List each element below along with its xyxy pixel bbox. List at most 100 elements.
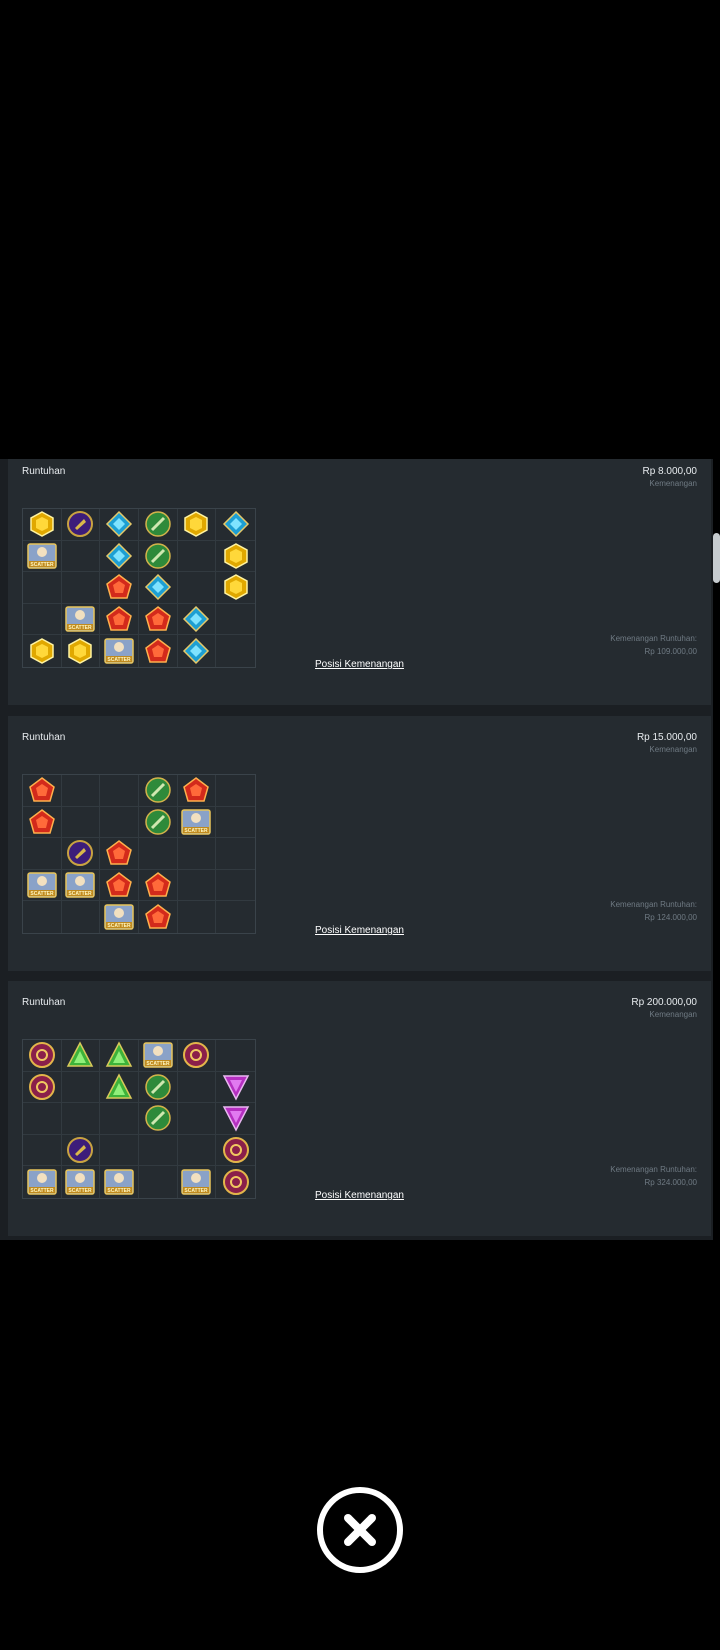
reel-grid: SCATTER SCATTER SCATTER [22,508,256,668]
red-symbol-icon [106,872,133,897]
grid-cell [100,509,139,541]
win-amount: Rp 15.000,00 [636,732,697,743]
win-positions-link[interactable]: Posisi Kemenangan [8,659,711,670]
grid-cell [61,540,101,573]
blue-symbol-icon [222,511,249,538]
scatter-symbol-icon: SCATTER [65,606,96,632]
grid-cell [100,775,139,807]
grid-cell [100,1134,139,1167]
grid-cell [177,775,217,807]
reel-grid: SCATTER SCATTER SCATTER SCATTER [22,774,256,934]
scatter-symbol-icon: SCATTER [27,543,57,569]
svg-text:SCATTER: SCATTER [30,891,54,897]
grid-cell [139,806,178,839]
grid-cell [100,806,139,839]
grid-cell [177,1103,217,1135]
grid-cell [61,806,101,839]
reel-grid: SCATTER SCATTER SCATTER SCATTER SCATTER [22,1039,256,1199]
grid-cell [61,1040,101,1072]
svg-text:SCATTER: SCATTER [69,891,93,897]
grid-cell [100,838,139,870]
cascade-card: Runtuhan Rp 8.000,00 Kemenangan SCATTER SCAT… [8,459,711,705]
grid-cell [216,1072,255,1104]
grid-cell [216,870,255,902]
close-button[interactable] [317,1487,403,1573]
win-amount: Rp 200.000,00 [631,997,697,1008]
grid-cell [177,1040,217,1072]
grid-cell [61,572,101,604]
cascade-win-value: Rp 324.000,00 [644,1178,698,1187]
svg-text:SCATTER: SCATTER [69,625,93,631]
cascade-win-value: Rp 124.000,00 [644,913,698,922]
ring-symbol-icon [222,1137,249,1164]
win-amount-label: Kemenangan [649,745,697,754]
grid-cell [23,806,62,839]
grid-cell [216,604,255,636]
win-positions-link[interactable]: Posisi Kemenangan [8,925,711,936]
grid-cell: SCATTER [61,869,101,902]
green-symbol-icon [145,1074,171,1100]
gold-symbol-icon [184,511,209,538]
pinktri-symbol-icon [222,1106,249,1133]
grid-cell [23,1134,62,1167]
grid-cell [23,509,62,541]
grid-cell [177,869,217,902]
grid-cell [23,572,62,604]
grid-cell [139,1134,178,1167]
grid-cell: SCATTER [23,540,62,573]
cascade-win-label: Kemenangan Runtuhan: [610,634,697,643]
history-panel[interactable]: Runtuhan Rp 8.000,00 Kemenangan SCATTER SCAT… [0,459,713,1240]
cascade-card: Runtuhan Rp 200.000,00 Kemenangan SCATTER SC… [8,981,711,1236]
red-symbol-icon [106,840,133,866]
scrollbar[interactable] [713,533,720,583]
cascade-card: Runtuhan Rp 15.000,00 Kemenangan SCATTER SCA… [8,716,711,971]
win-amount-label: Kemenangan [649,1010,697,1019]
grid-cell [216,1135,255,1167]
card-title: Runtuhan [22,997,66,1008]
gold-symbol-icon [30,511,54,538]
green-symbol-icon [145,1105,171,1132]
grid-cell [216,775,255,807]
grid-cell [100,1040,139,1072]
red-symbol-icon [183,777,210,803]
red-symbol-icon [144,872,171,897]
triangle-symbol-icon [105,1041,133,1068]
ring-symbol-icon [28,1073,55,1100]
cascade-win-label: Kemenangan Runtuhan: [610,900,697,909]
grid-cell [216,541,255,573]
scatter-symbol-icon: SCATTER [65,872,96,898]
grid-cell [23,775,62,807]
svg-text:SCATTER: SCATTER [30,562,54,568]
grid-cell [177,1134,217,1167]
ring-symbol-icon [28,1042,55,1069]
grid-cell [139,869,178,902]
grid-cell [139,603,178,636]
grid-cell [100,572,139,604]
close-icon [344,1514,376,1546]
ring-symbol-icon [183,1042,210,1069]
grid-cell [23,838,62,870]
grid-cell: SCATTER [177,806,217,839]
grid-cell: SCATTER [61,603,101,636]
grid-cell [216,509,255,541]
grid-cell [139,838,178,870]
grid-cell: SCATTER [23,869,62,902]
triangle-symbol-icon [67,1041,94,1068]
win-amount-label: Kemenangan [649,479,697,488]
grid-cell [216,807,255,839]
svg-text:SCATTER: SCATTER [146,1061,170,1067]
grid-cell [139,540,178,573]
card-title: Runtuhan [22,732,66,743]
purple-symbol-icon [67,840,94,867]
grid-cell [177,603,217,636]
triangle-symbol-icon [105,1073,133,1099]
grid-cell [23,603,62,636]
grid-cell [100,1103,139,1135]
pinktri-symbol-icon [222,1075,249,1101]
grid-cell [100,1071,139,1104]
win-positions-link[interactable]: Posisi Kemenangan [8,1190,711,1201]
cascade-win-value: Rp 109.000,00 [644,647,698,656]
scatter-symbol-icon: SCATTER [181,809,212,835]
grid-cell [177,572,217,604]
grid-cell [100,869,139,902]
